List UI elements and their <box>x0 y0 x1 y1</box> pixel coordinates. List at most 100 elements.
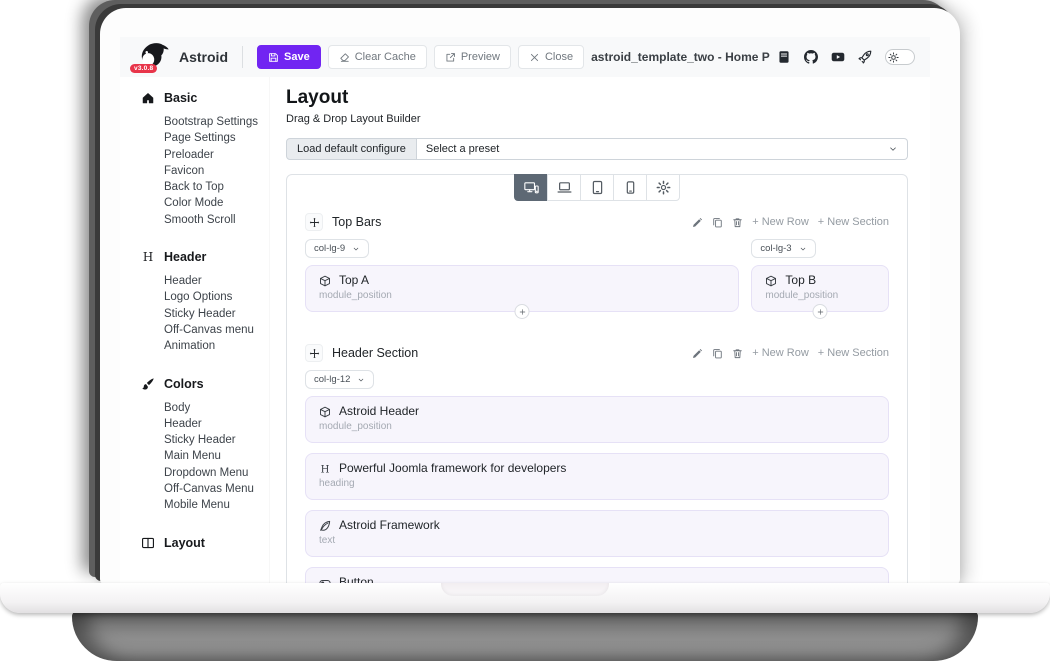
youtube-icon[interactable] <box>831 50 845 64</box>
preset-placeholder: Select a preset <box>426 143 499 155</box>
sidebar-section-label: Colors <box>164 377 204 391</box>
sidebar-item-mobile-menu[interactable]: Mobile Menu <box>164 497 269 513</box>
sidebar-item-favicon[interactable]: Favicon <box>164 163 269 179</box>
sidebar-item-bootstrap-settings[interactable]: Bootstrap Settings <box>164 114 269 130</box>
close-button[interactable]: Close <box>518 45 584 69</box>
rocket-icon[interactable] <box>858 50 872 64</box>
main-content: Layout Drag & Drop Layout Builder Load d… <box>270 77 930 585</box>
drag-handle[interactable] <box>305 344 323 362</box>
builder-row: col-lg-12 Astroid Headermodule_position HP… <box>305 362 889 585</box>
column-size-select[interactable]: col-lg-12 <box>305 370 374 389</box>
sidebar-item-smooth-scroll[interactable]: Smooth Scroll <box>164 212 269 228</box>
section-title: Top Bars <box>332 215 381 229</box>
column-size-select[interactable]: col-lg-9 <box>305 239 369 258</box>
clear-cache-button[interactable]: Clear Cache <box>328 45 427 69</box>
device-mobile-button[interactable] <box>613 174 647 201</box>
element-powerful-joomla-framework-for-developers[interactable]: HPowerful Joomla framework for developer… <box>305 453 889 500</box>
laptop-lid: v3.0.8 Astroid Save Clear Cache Preview <box>100 8 960 585</box>
element-title: Astroid Framework <box>319 518 875 533</box>
preset-group: Load default configure Select a preset <box>286 138 908 160</box>
laptop-base <box>0 583 1050 613</box>
github-icon[interactable] <box>804 50 818 64</box>
column-size-label: col-lg-9 <box>314 243 345 254</box>
home-icon <box>141 91 155 105</box>
device-desktop-button[interactable] <box>514 174 548 201</box>
sidebar-section-basic[interactable]: Basic <box>141 91 269 105</box>
load-default-button[interactable]: Load default configure <box>286 138 417 160</box>
save-button[interactable]: Save <box>257 45 321 69</box>
element-title-text: Powerful Joomla framework for developers <box>339 461 566 476</box>
docs-icon[interactable] <box>777 50 791 64</box>
close-label: Close <box>545 51 573 63</box>
chevron-icon <box>352 245 360 253</box>
section-title: Header Section <box>332 346 418 360</box>
builder-row: col-lg-9 Top Amodule_position col-lg-3 Top … <box>305 231 889 322</box>
element-title-text: Astroid Header <box>339 404 419 419</box>
topbar-links <box>777 50 872 64</box>
sidebar-item-color-mode[interactable]: Color Mode <box>164 195 269 211</box>
element-astroid-framework[interactable]: Astroid Frameworktext <box>305 510 889 557</box>
sidebar-item-animation[interactable]: Animation <box>164 338 269 354</box>
element-title: Astroid Header <box>319 404 875 419</box>
document-title: astroid_template_two - Home Page <box>591 50 770 64</box>
delete-section-button[interactable] <box>732 217 743 228</box>
laptop-mockup: v3.0.8 Astroid Save Clear Cache Preview <box>0 0 1050 667</box>
sidebar-item-sticky-header[interactable]: Sticky Header <box>164 306 269 322</box>
new-row-link[interactable]: + New Row <box>752 347 809 359</box>
topbar: v3.0.8 Astroid Save Clear Cache Preview <box>120 37 930 77</box>
element-top-a[interactable]: Top Amodule_position <box>305 265 739 312</box>
dark-mode-toggle[interactable] <box>885 49 915 65</box>
copy-icon <box>712 217 723 228</box>
preview-button[interactable]: Preview <box>434 45 511 69</box>
duplicate-section-button[interactable] <box>712 348 723 359</box>
sidebar-item-body[interactable]: Body <box>164 400 269 416</box>
drag-handle[interactable] <box>305 213 323 231</box>
element-astroid-header[interactable]: Astroid Headermodule_position <box>305 396 889 443</box>
duplicate-section-button[interactable] <box>712 217 723 228</box>
sidebar-item-main-menu[interactable]: Main Menu <box>164 448 269 464</box>
section-header: Top Bars + New Row + New Section <box>305 213 889 231</box>
chevron-down-icon <box>888 144 898 154</box>
external-link-icon <box>445 52 456 63</box>
tablet-icon <box>590 180 605 195</box>
sidebar-section-colors[interactable]: Colors <box>141 377 269 391</box>
laptop-shadow <box>72 611 978 661</box>
sidebar-item-logo-options[interactable]: Logo Options <box>164 289 269 305</box>
element-subtitle: module_position <box>319 290 725 302</box>
device-settings-button[interactable] <box>646 174 680 201</box>
sidebar-item-off-canvas-menu[interactable]: Off-Canvas menu <box>164 322 269 338</box>
save-label: Save <box>284 51 310 63</box>
new-section-link[interactable]: + New Section <box>818 347 889 359</box>
delete-section-button[interactable] <box>732 348 743 359</box>
new-section-link[interactable]: + New Section <box>818 216 889 228</box>
sidebar-item-page-settings[interactable]: Page Settings <box>164 130 269 146</box>
sidebar-item-header[interactable]: Header <box>164 416 269 432</box>
add-element-button[interactable] <box>813 304 828 319</box>
sidebar-section-layout[interactable]: Layout <box>141 536 269 550</box>
brush-icon <box>141 377 155 391</box>
sidebar-item-dropdown-menu[interactable]: Dropdown Menu <box>164 465 269 481</box>
sidebar-items: HeaderLogo OptionsSticky HeaderOff-Canva… <box>164 273 269 354</box>
sidebar-item-back-to-top[interactable]: Back to Top <box>164 179 269 195</box>
new-row-link[interactable]: + New Row <box>752 216 809 228</box>
sidebar-item-preloader[interactable]: Preloader <box>164 147 269 163</box>
device-laptop-button[interactable] <box>547 174 581 201</box>
element-top-b[interactable]: Top Bmodule_position <box>751 265 889 312</box>
astroid-logo[interactable]: v3.0.8 <box>135 42 169 72</box>
sidebar-section-header[interactable]: HHeader <box>141 250 269 264</box>
preset-select[interactable]: Select a preset <box>417 138 908 160</box>
builder-column: col-lg-3 Top Bmodule_position <box>751 231 889 322</box>
edit-section-button[interactable] <box>692 217 703 228</box>
sidebar-item-sticky-header[interactable]: Sticky Header <box>164 432 269 448</box>
add-element-button[interactable] <box>515 304 530 319</box>
sidebar-items: Bootstrap SettingsPage SettingsPreloader… <box>164 114 269 228</box>
sidebar-item-off-canvas-menu[interactable]: Off-Canvas Menu <box>164 481 269 497</box>
brand-name: Astroid <box>179 49 228 65</box>
device-tablet-button[interactable] <box>580 174 614 201</box>
move-icon <box>309 217 320 228</box>
edit-section-button[interactable] <box>692 348 703 359</box>
builder-section-header-section: Header Section + New Row + New Section col-… <box>305 344 889 585</box>
sidebar-item-header[interactable]: Header <box>164 273 269 289</box>
column-size-select[interactable]: col-lg-3 <box>751 239 815 258</box>
preview-label: Preview <box>461 51 500 63</box>
